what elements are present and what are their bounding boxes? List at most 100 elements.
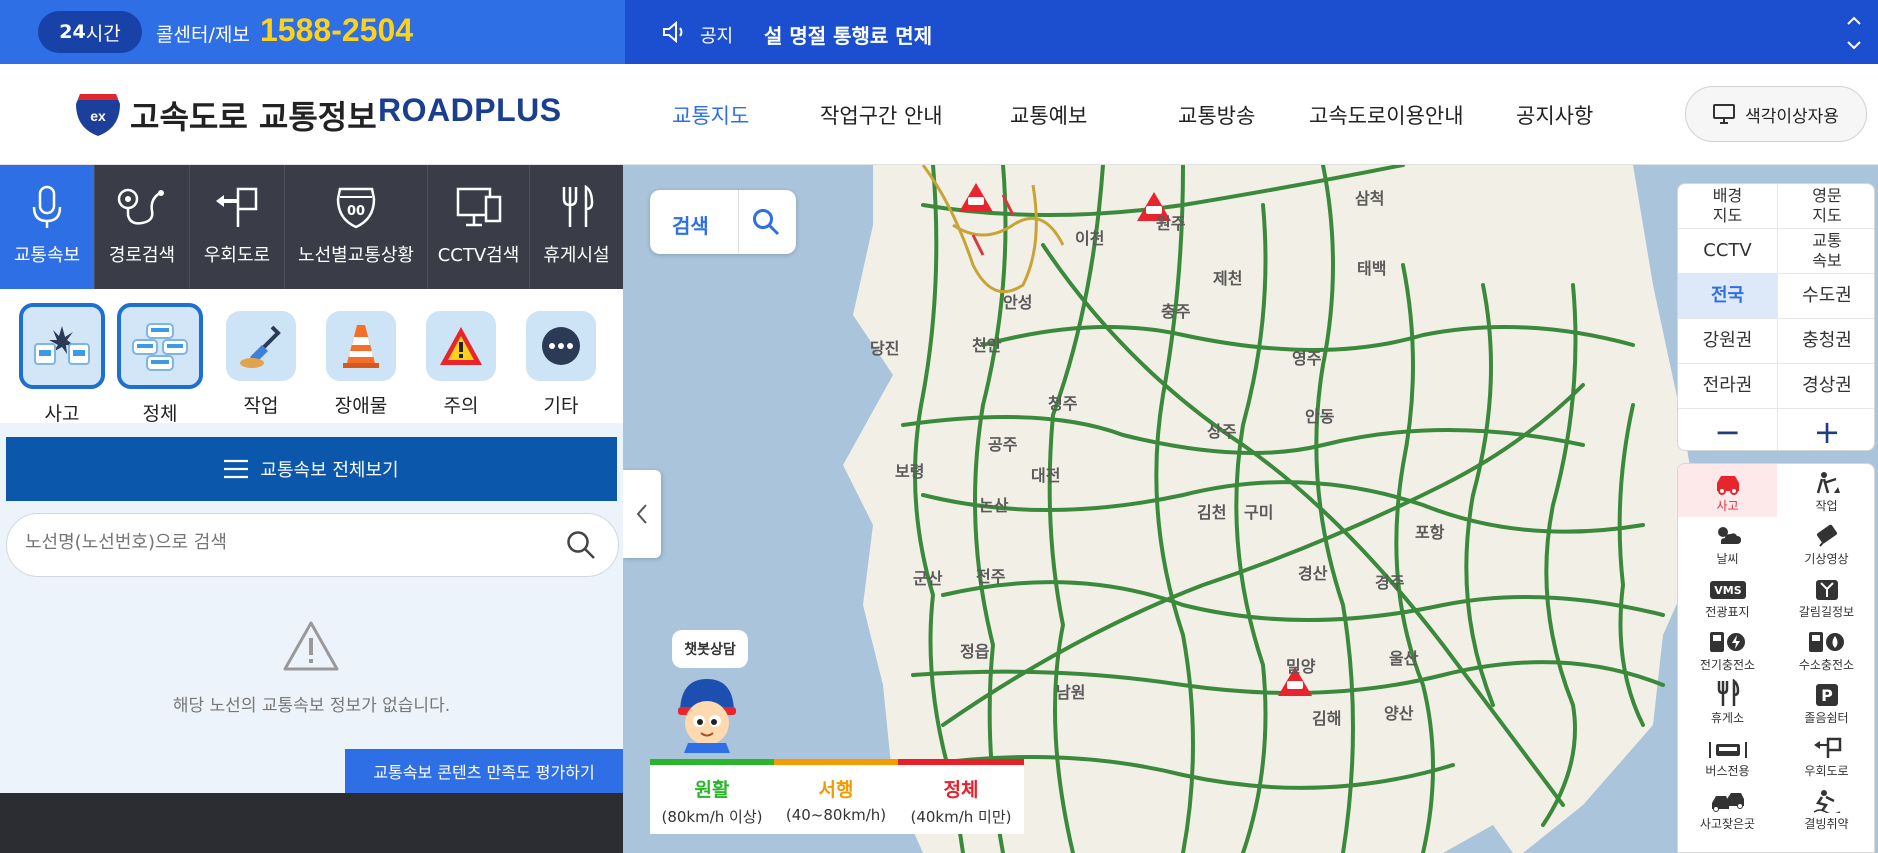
ex-logo-icon[interactable]: ex	[74, 88, 122, 138]
tab-route-traffic[interactable]: 00 노선별교통상황	[285, 165, 428, 289]
category-caution[interactable]: 주의	[418, 303, 504, 418]
map-label: 삼척	[1355, 189, 1385, 208]
map-search-box[interactable]: 검색	[650, 190, 796, 254]
notice-bar: 공지 설 명절 통행료 면제	[625, 0, 1878, 64]
slippery-road-icon	[1813, 790, 1840, 813]
collapse-panel-button[interactable]	[623, 470, 661, 558]
search-icon[interactable]	[752, 208, 780, 236]
notice-text[interactable]: 설 명절 통행료 면제	[764, 20, 932, 49]
tab-route-search[interactable]: 경로검색	[95, 165, 190, 289]
zoom-in-button[interactable]: +	[1777, 409, 1874, 450]
category-other[interactable]: 기타	[518, 303, 604, 418]
rate-content-button[interactable]: 교통속보 콘텐츠 만족도 평가하기	[345, 749, 623, 793]
svg-text:ex: ex	[90, 108, 106, 124]
map-label: 보령	[895, 462, 925, 481]
layer-work[interactable]: 작업	[1777, 464, 1874, 517]
map-label: 경산	[1298, 564, 1328, 583]
region-capital[interactable]: 수도권	[1777, 274, 1874, 319]
empty-message: 해당 노선의 교통속보 정보가 없습니다.	[172, 696, 451, 716]
category-work[interactable]: 작업	[218, 303, 304, 418]
category-congestion[interactable]: 정체	[117, 303, 203, 426]
tab-detour[interactable]: 우회도로	[190, 165, 285, 289]
logo-title-english[interactable]: ROADPLUS	[378, 92, 562, 129]
color-vision-label: 색각이상자용	[1745, 106, 1839, 127]
layer-accident-prone[interactable]: 사고잦은곳	[1678, 782, 1777, 835]
layer-icing-risk[interactable]: 결빙취약	[1777, 782, 1874, 835]
layer-rest-area[interactable]: 휴게소	[1678, 676, 1777, 729]
tab-traffic-news[interactable]: 교통속보	[0, 165, 95, 289]
microphone-icon	[32, 185, 62, 228]
junction-sign-icon	[1815, 580, 1838, 600]
map-label: 대전	[1031, 466, 1061, 485]
nav-highway-guide[interactable]: 고속도로이용안내	[1309, 100, 1464, 130]
vms-sign-icon: VMS	[1709, 581, 1746, 599]
tab-label: 경로검색	[108, 245, 176, 266]
satellite-icon	[1816, 524, 1837, 547]
view-all-traffic-news-button[interactable]: 교통속보 전체보기	[6, 437, 617, 501]
map-search-label: 검색	[672, 214, 709, 238]
layer-detour[interactable]: 우회도로	[1777, 729, 1874, 782]
map-label: 충주	[1161, 302, 1191, 321]
weather-icon	[1717, 527, 1741, 544]
layer-cctv[interactable]: CCTV	[1678, 229, 1777, 274]
layer-ev-charging[interactable]: 전기충전소	[1678, 623, 1777, 676]
traffic-legend: 원활 (80km/h 이상) 서행 (40~80km/h) 정체 (40km/h…	[650, 759, 1024, 834]
nav-notices[interactable]: 공지사항	[1516, 100, 1593, 130]
map-label: 정읍	[960, 642, 990, 661]
region-chungcheong[interactable]: 충청권	[1777, 319, 1874, 364]
speaker-icon	[663, 20, 683, 44]
region-gyeongsang[interactable]: 경상권	[1777, 364, 1874, 409]
map-label: 논산	[979, 496, 1009, 515]
layer-base-map[interactable]: 배경 지도	[1678, 184, 1777, 229]
category-obstacle[interactable]: 장애물	[318, 303, 404, 418]
search-icon[interactable]	[566, 530, 596, 560]
nav-traffic-broadcast[interactable]: 교통방송	[1178, 100, 1255, 130]
region-nationwide[interactable]: 전국	[1678, 274, 1777, 319]
region-gangwon[interactable]: 강원권	[1678, 319, 1777, 364]
nav-traffic-forecast[interactable]: 교통예보	[1010, 100, 1087, 130]
nav-work-zone[interactable]: 작업구간 안내	[820, 100, 943, 130]
layer-vms[interactable]: VMS 전광표지	[1678, 570, 1777, 623]
tab-rest-area[interactable]: 휴게시설	[530, 165, 623, 289]
notice-scroll-arrows-icon[interactable]	[1844, 8, 1864, 56]
site-header: ex 고속도로 교통정보 ROADPLUS 교통지도 작업구간 안내 교통예보 …	[0, 64, 1878, 165]
route-search-input[interactable]	[25, 532, 525, 553]
monitor-icon	[1713, 104, 1736, 124]
callcenter-label: 콜센터/제보	[156, 24, 250, 46]
category-accident[interactable]: 사고	[19, 303, 105, 426]
logo-title-korean[interactable]: 고속도로 교통정보	[130, 92, 377, 138]
category-label: 작업	[243, 395, 279, 417]
layer-traffic-news[interactable]: 교통 속보	[1777, 229, 1874, 274]
zoom-out-button[interactable]: −	[1678, 409, 1777, 450]
tab-cctv-search[interactable]: CCTV검색	[428, 165, 530, 289]
category-label: 정체	[142, 403, 178, 425]
chatbot-bubble[interactable]: 챗봇상담	[672, 630, 748, 668]
svg-text:P: P	[1821, 686, 1833, 705]
tab-label: 휴게시설	[543, 245, 610, 266]
layer-weather-video[interactable]: 기상영상	[1777, 517, 1874, 570]
layer-drowsy-shelter[interactable]: P 졸음쉼터	[1777, 676, 1874, 729]
layer-english-map[interactable]: 영문 지도	[1777, 184, 1874, 229]
map-label: 당진	[870, 339, 900, 358]
chatbot-mascot-icon[interactable]	[670, 673, 744, 753]
color-vision-button[interactable]: 색각이상자용	[1685, 86, 1867, 142]
layer-hydrogen-charging[interactable]: 수소충전소	[1777, 623, 1874, 676]
map-label: 남원	[1056, 683, 1086, 702]
callcenter-phone[interactable]: 1588-2504	[260, 12, 413, 49]
layer-bus-lane[interactable]: 버스전용	[1678, 729, 1777, 782]
nav-traffic-map[interactable]: 교통지도	[672, 100, 749, 130]
parking-icon: P	[1815, 684, 1838, 706]
layer-junction[interactable]: 갈림길정보	[1777, 570, 1874, 623]
map-label: 안성	[1003, 293, 1033, 312]
category-filter: 사고 정체 작업 장애물 주의 기타	[0, 289, 623, 426]
region-jeolla[interactable]: 전라권	[1678, 364, 1777, 409]
map-label: 울산	[1389, 649, 1419, 668]
layer-weather[interactable]: 날씨	[1678, 517, 1777, 570]
svg-text:VMS: VMS	[1714, 584, 1741, 597]
map-label: 포항	[1415, 523, 1445, 542]
layer-accident[interactable]: 사고	[1678, 464, 1777, 517]
category-label: 주의	[443, 395, 479, 417]
map-label: 제천	[1213, 269, 1243, 288]
category-label: 사고	[44, 403, 80, 425]
function-tabs: 교통속보 경로검색 우회도로 00 노선별교통상황 CCTV검색 휴게시설	[0, 165, 623, 289]
